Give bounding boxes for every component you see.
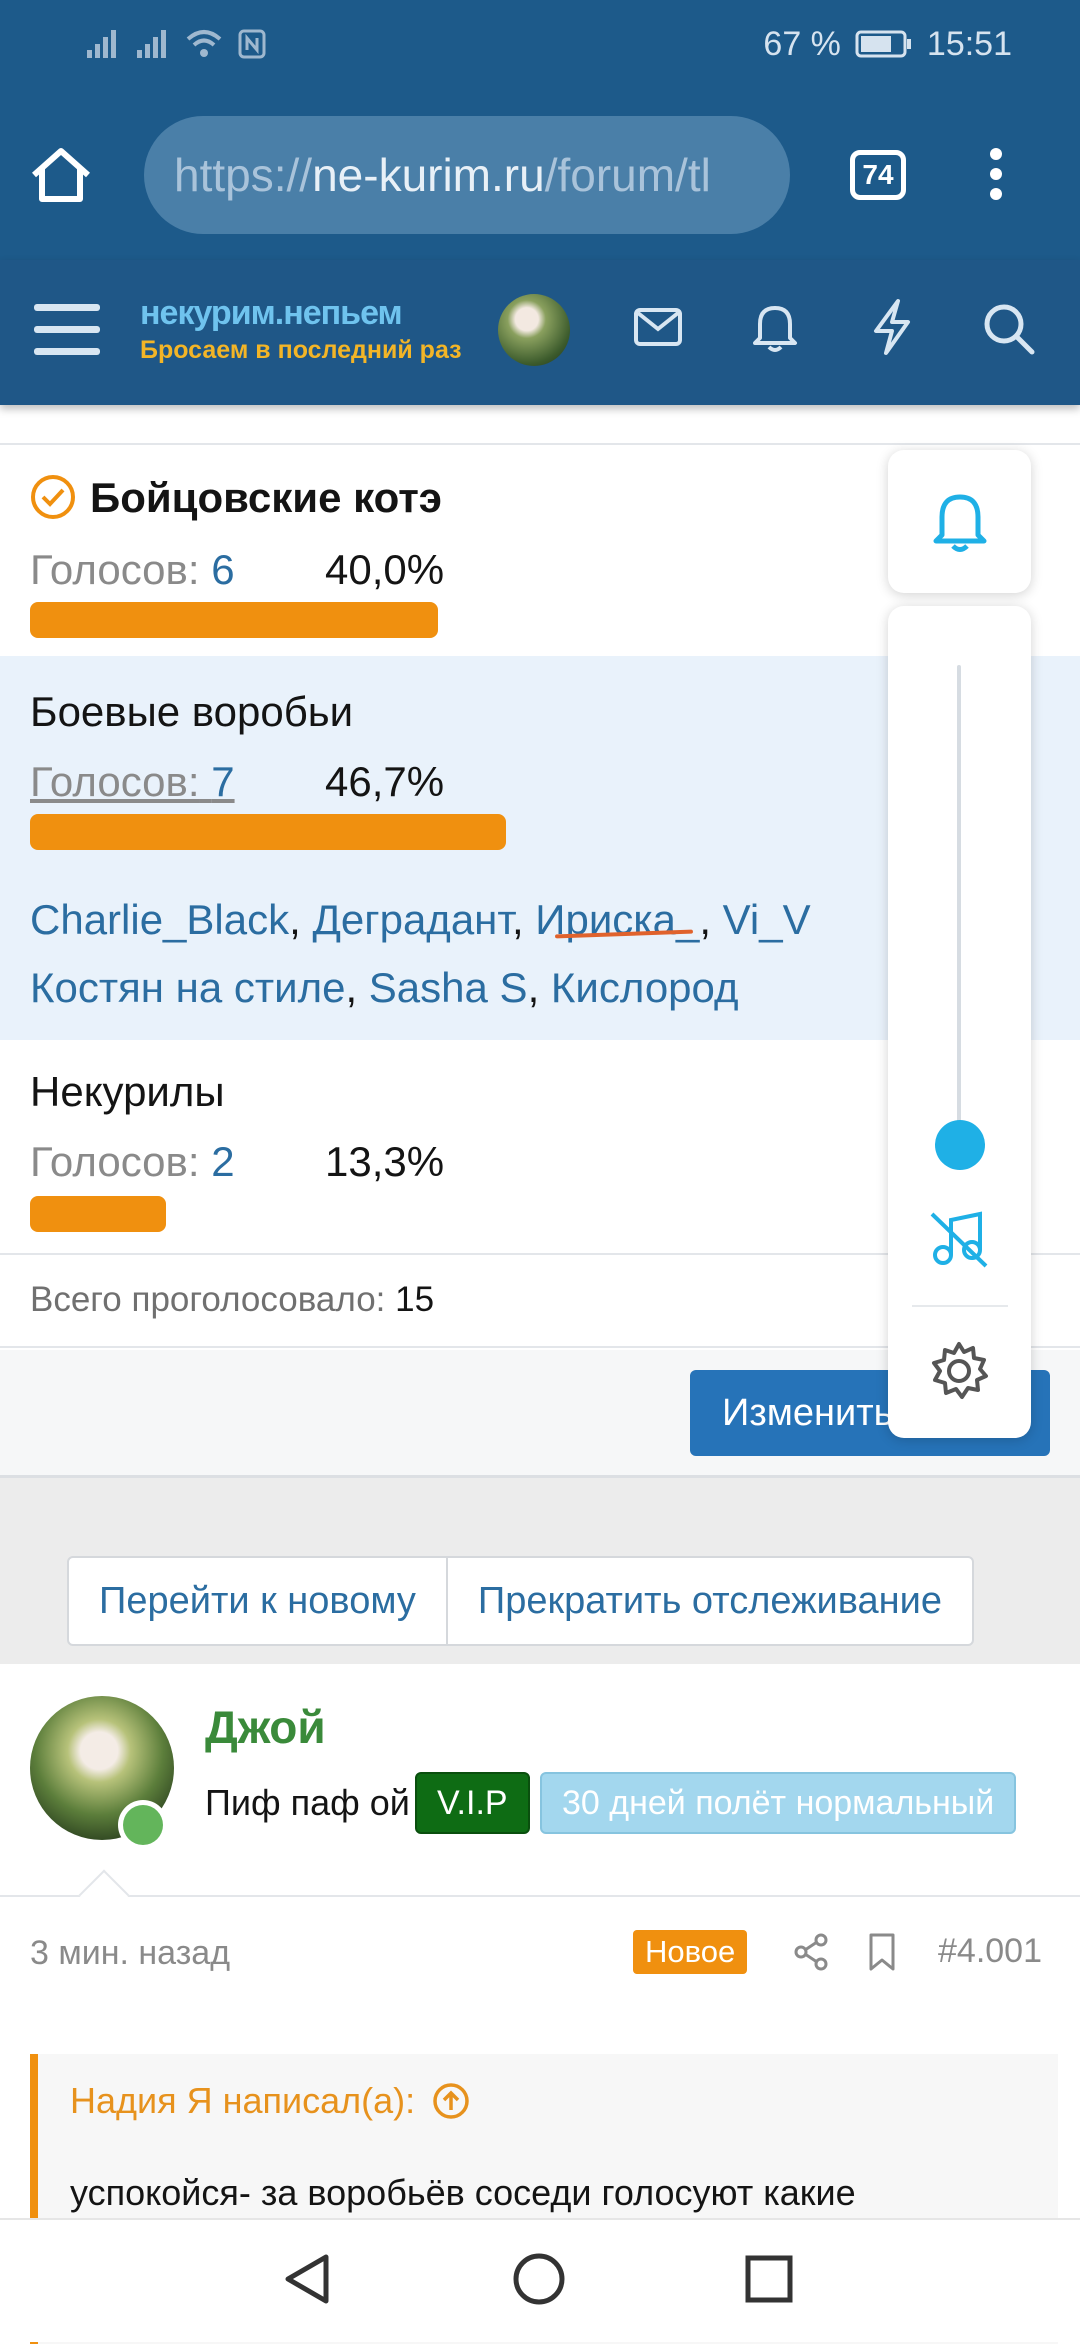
- notification-panel-button[interactable]: [888, 450, 1031, 593]
- url-path: /forum/tl: [544, 149, 711, 201]
- voters-list-line-1: Charlie_Black, Деградант, Ириска_, Vi_V: [30, 896, 811, 943]
- voted-check-icon: [31, 475, 75, 519]
- poll-option-votes[interactable]: Голосов: 7: [30, 758, 235, 806]
- poll-option-title: Боевые воробьи: [30, 688, 354, 735]
- signal-icon-2: [137, 30, 166, 58]
- online-status-icon: [118, 1800, 168, 1850]
- vip-badge: V.I.P: [415, 1772, 530, 1834]
- total-label: Всего проголосовало:: [30, 1280, 386, 1319]
- home-circle-icon[interactable]: [512, 2252, 566, 2306]
- votes-count-link[interactable]: 7: [211, 758, 234, 805]
- thread-actions-group: Перейти к новому Прекратить отслеживание: [67, 1556, 974, 1646]
- voter-link[interactable]: Charlie_Black: [30, 896, 289, 943]
- wifi-icon: [186, 30, 222, 57]
- url-bar[interactable]: https://ne-kurim.ru/forum/tl: [144, 116, 790, 234]
- inbox-icon[interactable]: [633, 307, 683, 347]
- home-icon[interactable]: [28, 145, 94, 205]
- volume-slider[interactable]: [957, 665, 961, 1145]
- divider: [912, 1305, 1008, 1307]
- poll-option-percent: 13,3%: [325, 1138, 445, 1185]
- total-count: 15: [395, 1280, 435, 1319]
- back-icon[interactable]: [282, 2252, 332, 2306]
- poll-option-votes: Голосов: 6: [30, 546, 235, 594]
- recents-square-icon[interactable]: [744, 2254, 794, 2304]
- more-menu-icon[interactable]: [984, 146, 1008, 202]
- hamburger-menu-icon[interactable]: [34, 300, 100, 360]
- url-host: ne-kurim.ru: [312, 149, 545, 201]
- status-right: 67 % 15:51: [763, 22, 1012, 66]
- whats-new-lightning-icon[interactable]: [870, 298, 914, 356]
- new-badge: Новое: [633, 1930, 748, 1974]
- battery-percent: 67 %: [763, 24, 841, 63]
- status-icons: [85, 22, 267, 66]
- voters-list-line-2: Костян на стиле, Sasha S, Кислород: [30, 964, 739, 1011]
- voter-link[interactable]: Ириска_: [535, 896, 699, 943]
- voter-link[interactable]: Костян на стиле: [30, 964, 345, 1011]
- quote-text: успокойся- за воробьёв соседи голосуют к…: [70, 2172, 856, 2213]
- clock: 15:51: [926, 24, 1012, 63]
- voter-link[interactable]: Sasha S: [369, 964, 528, 1011]
- share-icon[interactable]: [792, 1932, 830, 1972]
- poll-bar: [30, 814, 506, 850]
- votes-count-link[interactable]: 6: [211, 546, 234, 593]
- jump-up-icon[interactable]: [431, 2081, 471, 2121]
- voter-link[interactable]: Деградант: [312, 896, 511, 943]
- nfc-icon: [238, 29, 266, 59]
- unwatch-button[interactable]: Прекратить отслеживание: [445, 1558, 972, 1644]
- battery-icon: [855, 30, 911, 58]
- days-badge: 30 дней полёт нормальный: [540, 1772, 1017, 1834]
- search-icon[interactable]: [982, 302, 1036, 356]
- url-scheme: https://: [174, 149, 313, 201]
- divider: [0, 443, 1080, 445]
- poll-option-percent: 46,7%: [325, 758, 445, 805]
- votes-label: Голосов:: [30, 758, 200, 805]
- poll-total: Всего проголосовало: 15: [30, 1280, 434, 1320]
- bell-icon: [933, 494, 986, 552]
- post-username[interactable]: Джой: [205, 1700, 326, 1754]
- poll-option-title: Бойцовские котэ: [90, 474, 442, 521]
- site-logo-tagline: Бросаем в последний раз: [140, 336, 462, 364]
- votes-label: Голосов:: [30, 546, 200, 593]
- alerts-bell-icon[interactable]: [750, 300, 800, 354]
- user-title: Пиф паф ой: [205, 1782, 410, 1823]
- mute-music-icon[interactable]: [928, 1208, 990, 1270]
- post-number-link[interactable]: #4.001: [938, 1932, 1042, 1971]
- poll-option-percent: 40,0%: [325, 546, 445, 593]
- quote-author[interactable]: Надия Я написал(а):: [70, 2080, 471, 2122]
- quote-author-text: Надия Я написал(а):: [70, 2080, 416, 2121]
- votes-count-link[interactable]: 2: [211, 1138, 234, 1185]
- poll-option-title: Некурилы: [30, 1068, 225, 1115]
- bookmark-icon[interactable]: [866, 1932, 898, 1972]
- go-to-new-button[interactable]: Перейти к новому: [69, 1558, 446, 1644]
- signal-icon: [87, 30, 116, 58]
- divider: [0, 1895, 1080, 1897]
- tab-count: 74: [862, 159, 894, 190]
- poll-bar: [30, 602, 438, 638]
- poll-bar: [30, 1196, 166, 1232]
- poll-option-votes: Голосов: 2: [30, 1138, 235, 1186]
- votes-label: Голосов:: [30, 1138, 200, 1185]
- site-logo-title[interactable]: некурим.непьем: [140, 294, 403, 333]
- voter-link[interactable]: Vi_V: [723, 896, 811, 943]
- header-avatar[interactable]: [498, 294, 570, 366]
- volume-slider-knob[interactable]: [935, 1120, 985, 1170]
- tabs-button[interactable]: 74: [850, 150, 906, 200]
- settings-gear-icon[interactable]: [928, 1340, 990, 1402]
- post-time[interactable]: 3 мин. назад: [30, 1934, 230, 1973]
- voter-link[interactable]: Кислород: [551, 964, 739, 1011]
